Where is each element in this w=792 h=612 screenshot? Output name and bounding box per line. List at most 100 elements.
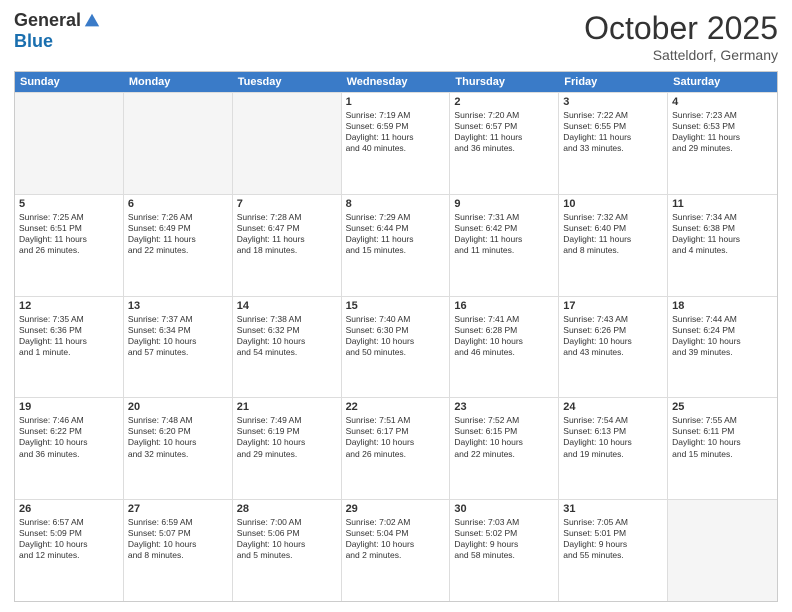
empty-cell-0-0 [15, 93, 124, 194]
logo-general-text: General [14, 10, 81, 31]
logo: General Blue [14, 10, 101, 52]
calendar-row-0: 1 Sunrise: 7:19 AM Sunset: 6:59 PM Daylig… [15, 92, 777, 194]
empty-cell-0-1 [124, 93, 233, 194]
day-info: Sunrise: 7:22 AM Sunset: 6:55 PM Dayligh… [563, 110, 663, 154]
day-cell-22: 22Sunrise: 7:51 AM Sunset: 6:17 PM Dayli… [342, 398, 451, 499]
weekday-header-tuesday: Tuesday [233, 72, 342, 92]
weekday-header-saturday: Saturday [668, 72, 777, 92]
empty-cell-4-6 [668, 500, 777, 601]
day-number: 14 [237, 300, 337, 312]
page: General Blue October 2025 Satteldorf, Ge… [0, 0, 792, 612]
day-cell-24: 24 Sunrise: 7:54 AM Sunset: 6:13 PM Dayli… [559, 398, 668, 499]
day-info: Sunrise: 7:46 AM Sunset: 6:22 PM Dayligh… [19, 415, 119, 459]
day-info: Sunrise: 7:35 AM Sunset: 6:36 PM Dayligh… [19, 314, 119, 358]
day-info: Sunrise: 7:55 AM Sunset: 6:11 PM Dayligh… [672, 415, 773, 459]
day-number: 21 [237, 401, 337, 413]
day-number: 30 [454, 503, 554, 515]
day-number: 11 [672, 198, 773, 210]
day-info: Sunrise: 7:54 AM Sunset: 6:13 PM Dayligh… [563, 415, 663, 459]
day-cell-26: 26Sunrise: 6:57 AM Sunset: 5:09 PM Dayli… [15, 500, 124, 601]
day-info: Sunrise: 7:38 AM Sunset: 6:32 PM Dayligh… [237, 314, 337, 358]
day-info: Sunrise: 7:37 AM Sunset: 6:34 PM Dayligh… [128, 314, 228, 358]
day-info: Sunrise: 7:23 AM Sunset: 6:53 PM Dayligh… [672, 110, 773, 154]
calendar-row-3: 19 Sunrise: 7:46 AM Sunset: 6:22 PM Dayli… [15, 397, 777, 499]
day-number: 4 [672, 96, 773, 108]
weekday-header-monday: Monday [124, 72, 233, 92]
month-title: October 2025 [584, 10, 778, 47]
calendar-body: 1 Sunrise: 7:19 AM Sunset: 6:59 PM Daylig… [15, 92, 777, 601]
day-cell-14: 14 Sunrise: 7:38 AM Sunset: 6:32 PM Dayli… [233, 297, 342, 398]
day-info: Sunrise: 7:03 AM Sunset: 5:02 PM Dayligh… [454, 517, 554, 561]
day-cell-17: 17 Sunrise: 7:43 AM Sunset: 6:26 PM Dayli… [559, 297, 668, 398]
day-number: 24 [563, 401, 663, 413]
day-number: 15 [346, 300, 446, 312]
day-cell-9: 9Sunrise: 7:31 AM Sunset: 6:42 PM Daylig… [450, 195, 559, 296]
day-cell-6: 6Sunrise: 7:26 AM Sunset: 6:49 PM Daylig… [124, 195, 233, 296]
weekday-header-wednesday: Wednesday [342, 72, 451, 92]
day-info: Sunrise: 7:34 AM Sunset: 6:38 PM Dayligh… [672, 212, 773, 256]
day-info: Sunrise: 7:20 AM Sunset: 6:57 PM Dayligh… [454, 110, 554, 154]
day-info: Sunrise: 7:26 AM Sunset: 6:49 PM Dayligh… [128, 212, 228, 256]
day-cell-18: 18Sunrise: 7:44 AM Sunset: 6:24 PM Dayli… [668, 297, 777, 398]
day-info: Sunrise: 7:41 AM Sunset: 6:28 PM Dayligh… [454, 314, 554, 358]
day-number: 28 [237, 503, 337, 515]
day-info: Sunrise: 7:28 AM Sunset: 6:47 PM Dayligh… [237, 212, 337, 256]
day-number: 22 [346, 401, 446, 413]
day-number: 29 [346, 503, 446, 515]
header: General Blue October 2025 Satteldorf, Ge… [14, 10, 778, 63]
day-info: Sunrise: 7:49 AM Sunset: 6:19 PM Dayligh… [237, 415, 337, 459]
day-number: 7 [237, 198, 337, 210]
day-number: 25 [672, 401, 773, 413]
day-cell-1: 1 Sunrise: 7:19 AM Sunset: 6:59 PM Daylig… [342, 93, 451, 194]
location: Satteldorf, Germany [584, 47, 778, 63]
day-number: 10 [563, 198, 663, 210]
day-number: 3 [563, 96, 663, 108]
day-number: 13 [128, 300, 228, 312]
day-number: 12 [19, 300, 119, 312]
day-info: Sunrise: 7:19 AM Sunset: 6:59 PM Dayligh… [346, 110, 446, 154]
day-info: Sunrise: 7:29 AM Sunset: 6:44 PM Dayligh… [346, 212, 446, 256]
day-cell-15: 15Sunrise: 7:40 AM Sunset: 6:30 PM Dayli… [342, 297, 451, 398]
weekday-header-friday: Friday [559, 72, 668, 92]
day-info: Sunrise: 6:59 AM Sunset: 5:07 PM Dayligh… [128, 517, 228, 561]
day-number: 27 [128, 503, 228, 515]
day-info: Sunrise: 7:02 AM Sunset: 5:04 PM Dayligh… [346, 517, 446, 561]
day-info: Sunrise: 7:00 AM Sunset: 5:06 PM Dayligh… [237, 517, 337, 561]
calendar-row-1: 5Sunrise: 7:25 AM Sunset: 6:51 PM Daylig… [15, 194, 777, 296]
day-cell-2: 2 Sunrise: 7:20 AM Sunset: 6:57 PM Daylig… [450, 93, 559, 194]
day-number: 2 [454, 96, 554, 108]
day-cell-23: 23Sunrise: 7:52 AM Sunset: 6:15 PM Dayli… [450, 398, 559, 499]
day-number: 17 [563, 300, 663, 312]
day-cell-8: 8 Sunrise: 7:29 AM Sunset: 6:44 PM Daylig… [342, 195, 451, 296]
day-cell-20: 20Sunrise: 7:48 AM Sunset: 6:20 PM Dayli… [124, 398, 233, 499]
day-number: 16 [454, 300, 554, 312]
day-number: 8 [346, 198, 446, 210]
day-info: Sunrise: 7:43 AM Sunset: 6:26 PM Dayligh… [563, 314, 663, 358]
title-block: October 2025 Satteldorf, Germany [584, 10, 778, 63]
day-cell-16: 16 Sunrise: 7:41 AM Sunset: 6:28 PM Dayli… [450, 297, 559, 398]
day-cell-4: 4 Sunrise: 7:23 AM Sunset: 6:53 PM Daylig… [668, 93, 777, 194]
day-info: Sunrise: 7:44 AM Sunset: 6:24 PM Dayligh… [672, 314, 773, 358]
day-number: 19 [19, 401, 119, 413]
calendar-row-2: 12 Sunrise: 7:35 AM Sunset: 6:36 PM Dayli… [15, 296, 777, 398]
day-number: 31 [563, 503, 663, 515]
day-number: 9 [454, 198, 554, 210]
weekday-header-sunday: Sunday [15, 72, 124, 92]
weekday-header-thursday: Thursday [450, 72, 559, 92]
day-info: Sunrise: 7:25 AM Sunset: 6:51 PM Dayligh… [19, 212, 119, 256]
day-cell-19: 19 Sunrise: 7:46 AM Sunset: 6:22 PM Dayli… [15, 398, 124, 499]
empty-cell-0-2 [233, 93, 342, 194]
day-cell-3: 3 Sunrise: 7:22 AM Sunset: 6:55 PM Daylig… [559, 93, 668, 194]
calendar: SundayMondayTuesdayWednesdayThursdayFrid… [14, 71, 778, 602]
day-cell-12: 12 Sunrise: 7:35 AM Sunset: 6:36 PM Dayli… [15, 297, 124, 398]
day-cell-27: 27 Sunrise: 6:59 AM Sunset: 5:07 PM Dayli… [124, 500, 233, 601]
calendar-header: SundayMondayTuesdayWednesdayThursdayFrid… [15, 72, 777, 92]
day-cell-31: 31 Sunrise: 7:05 AM Sunset: 5:01 PM Dayli… [559, 500, 668, 601]
day-number: 1 [346, 96, 446, 108]
day-number: 26 [19, 503, 119, 515]
day-number: 20 [128, 401, 228, 413]
day-info: Sunrise: 7:05 AM Sunset: 5:01 PM Dayligh… [563, 517, 663, 561]
day-cell-30: 30 Sunrise: 7:03 AM Sunset: 5:02 PM Dayli… [450, 500, 559, 601]
calendar-row-4: 26Sunrise: 6:57 AM Sunset: 5:09 PM Dayli… [15, 499, 777, 601]
day-cell-11: 11 Sunrise: 7:34 AM Sunset: 6:38 PM Dayli… [668, 195, 777, 296]
